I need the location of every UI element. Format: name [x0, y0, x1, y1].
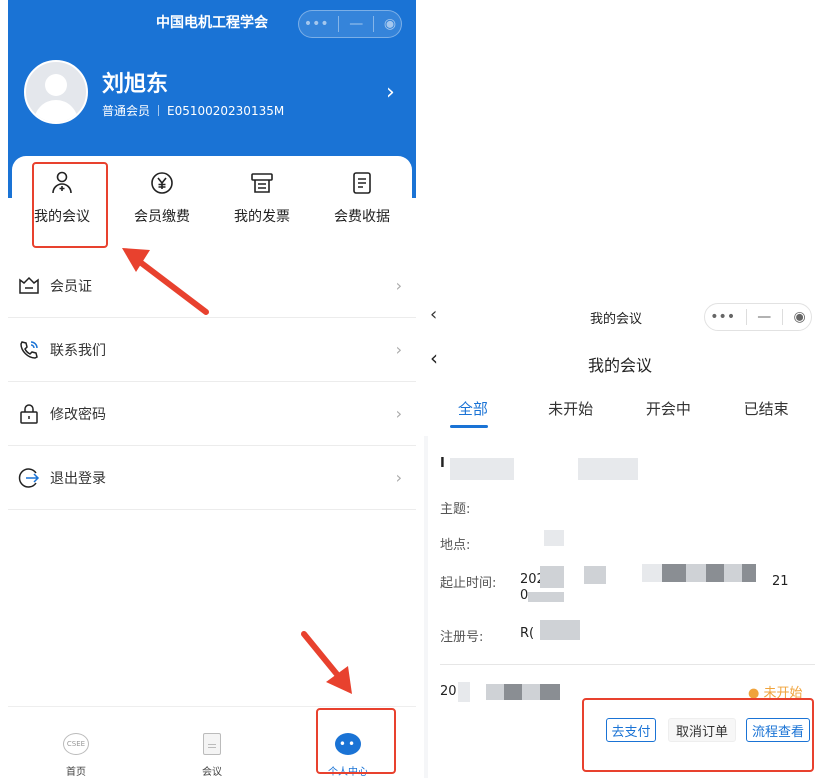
close-target-icon[interactable]: ◉	[384, 16, 396, 32]
highlight-box-my-meetings	[32, 162, 108, 248]
menu-item-change-password[interactable]: 修改密码 ›	[8, 382, 416, 446]
minimize-icon[interactable]: —	[757, 309, 771, 325]
redacted-block	[504, 684, 522, 700]
more-icon[interactable]: •••	[304, 16, 329, 32]
tab-not-started[interactable]: 未开始	[522, 388, 620, 434]
quick-action-my-invoices[interactable]: 我的发票	[212, 156, 312, 242]
order-date-fragment: 20	[440, 684, 457, 699]
menu-item-membership-card[interactable]: 会员证 ›	[8, 254, 416, 318]
logout-icon	[18, 467, 40, 488]
quick-action-label: 我的发票	[234, 209, 290, 225]
card-divider	[440, 664, 815, 665]
redacted-block	[540, 684, 560, 700]
meeting-status-tabs: 全部 未开始 开会中 已结束	[424, 388, 815, 434]
chevron-right-icon: ›	[395, 468, 402, 487]
menu-item-label: 联系我们	[50, 342, 106, 359]
user-meta: 普通会员 E0510020230135M	[102, 102, 284, 119]
redacted-block	[724, 564, 742, 582]
redacted-block	[540, 620, 580, 640]
minimize-icon[interactable]: —	[349, 16, 363, 32]
lock-icon	[20, 403, 38, 424]
tab-label: 会议	[202, 767, 222, 778]
page-header: ‹ 我的会议	[424, 336, 815, 384]
chevron-right-icon: ›	[395, 340, 402, 359]
tab-in-progress[interactable]: 开会中	[620, 388, 718, 434]
more-icon[interactable]: •••	[710, 309, 735, 325]
miniprogram-navbar: ‹ 我的会议 ••• — ◉	[424, 296, 815, 336]
field-label-registration-no: 注册号:	[440, 630, 484, 645]
user-name: 刘旭东	[102, 72, 169, 97]
receipt-icon	[353, 172, 371, 194]
quick-action-label: 会费收据	[334, 209, 390, 225]
capsule-divider	[373, 16, 375, 32]
member-level: 普通会员	[102, 104, 151, 118]
miniprogram-capsule[interactable]: ••• — ◉	[704, 303, 812, 331]
menu-item-label: 会员证	[50, 278, 92, 295]
chevron-right-icon: ›	[395, 404, 402, 423]
tab-label: 首页	[66, 767, 86, 778]
redacted-block	[686, 564, 706, 582]
tab-meetings[interactable]: 会议	[144, 707, 280, 778]
miniprogram-capsule[interactable]: ••• — ◉	[298, 10, 402, 38]
quick-action-member-fee[interactable]: 会员缴费	[112, 156, 212, 242]
close-target-icon[interactable]: ◉	[793, 309, 805, 325]
redacted-block	[662, 564, 686, 582]
redacted-block	[458, 682, 470, 702]
redacted-block	[528, 592, 564, 602]
field-label-location: 地点:	[440, 538, 471, 553]
chevron-right-icon: ›	[395, 276, 402, 295]
avatar-body	[34, 100, 78, 122]
time-value-fragment: 21	[772, 574, 789, 589]
avatar-head	[45, 74, 67, 96]
redacted-block	[578, 458, 638, 480]
redacted-block	[642, 564, 662, 582]
order-heading: I	[440, 456, 445, 471]
quick-action-label: 会员缴费	[134, 209, 190, 225]
avatar[interactable]	[24, 60, 88, 124]
menu-item-label: 修改密码	[50, 406, 106, 423]
tab-ended[interactable]: 已结束	[717, 388, 815, 434]
redacted-block	[544, 530, 564, 546]
settings-menu: 会员证 › 联系我们 › 修改密码 › 退出登录 ›	[8, 254, 416, 510]
meta-divider	[158, 105, 160, 116]
menu-item-logout[interactable]: 退出登录 ›	[8, 446, 416, 510]
redacted-block	[742, 564, 756, 582]
menu-item-label: 退出登录	[50, 470, 106, 487]
my-meetings-screen: ‹ 我的会议 ••• — ◉ ‹ 我的会议 全部 未开始 开会中 已结束 I 主…	[424, 296, 815, 778]
invoice-icon	[251, 173, 273, 193]
highlight-box-order-actions	[582, 698, 814, 772]
member-id: E0510020230135M	[167, 103, 285, 118]
member-center-screen: 中国电机工程学会 ••• — ◉ 刘旭东 普通会员 E0510020230135…	[8, 0, 416, 778]
redacted-block	[486, 684, 504, 700]
redacted-block	[522, 684, 540, 700]
profile-chevron-right-icon[interactable]: ›	[386, 80, 395, 105]
crown-card-icon	[19, 276, 39, 294]
tab-all[interactable]: 全部	[424, 388, 522, 434]
redacted-block	[450, 458, 514, 480]
field-label-time: 起止时间:	[440, 576, 497, 591]
page-title: 我的会议	[588, 356, 653, 375]
highlight-box-personal-center	[316, 708, 396, 774]
yen-icon	[151, 172, 173, 194]
redacted-block	[540, 566, 564, 588]
registration-no-fragment: R(	[520, 626, 535, 641]
capsule-divider	[745, 309, 747, 325]
redacted-block	[706, 564, 724, 582]
csee-logo-icon: CSEE	[63, 733, 89, 755]
menu-item-contact-us[interactable]: 联系我们 ›	[8, 318, 416, 382]
capsule-divider	[338, 16, 340, 32]
capsule-divider	[781, 309, 783, 325]
back-arrow-icon[interactable]: ‹	[430, 346, 438, 370]
document-icon	[203, 733, 221, 755]
field-label-topic: 主题:	[440, 502, 471, 517]
quick-action-fee-receipts[interactable]: 会费收据	[312, 156, 412, 242]
navbar-title: 我的会议	[590, 312, 643, 327]
tab-home[interactable]: CSEE 首页	[8, 707, 144, 778]
back-arrow-icon[interactable]: ‹	[430, 304, 437, 325]
redacted-block	[584, 566, 606, 584]
phone-icon	[20, 340, 38, 359]
